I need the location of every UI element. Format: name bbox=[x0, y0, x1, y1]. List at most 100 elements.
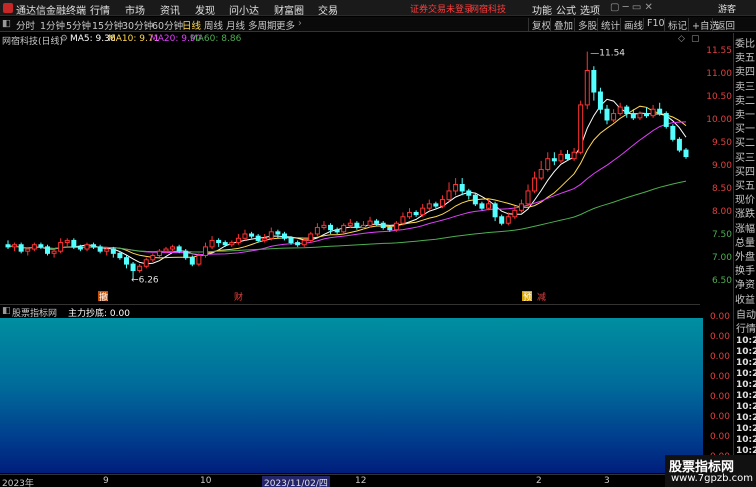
indicator-panel[interactable] bbox=[0, 318, 703, 473]
event-marker[interactable]: 财 bbox=[234, 291, 243, 303]
indicator-header: ◧ 股票指标网 主力抄底: 0.00 bbox=[0, 304, 700, 319]
candle bbox=[347, 218, 353, 228]
trade-login-alert[interactable]: 证券交易未登录 bbox=[410, 2, 473, 15]
indicator-tick: 0.00 bbox=[709, 392, 730, 402]
candle bbox=[44, 244, 50, 256]
time-label: 2023/11/02/四 bbox=[262, 476, 330, 487]
period-5min[interactable]: 5分钟 bbox=[66, 18, 91, 32]
period-daily[interactable]: 日线 bbox=[182, 18, 201, 32]
menu-xuanxiang[interactable]: 选项 bbox=[580, 2, 600, 17]
btn-biaoji[interactable]: 标记 bbox=[664, 18, 687, 32]
candle bbox=[235, 233, 241, 245]
period-30min[interactable]: 30分钟 bbox=[122, 18, 153, 32]
btn-duogu[interactable]: 多股 bbox=[574, 18, 597, 32]
side-item: 卖四 bbox=[735, 67, 755, 79]
candle bbox=[683, 147, 689, 159]
menu-gongshi[interactable]: 公式 bbox=[556, 2, 576, 17]
ma60-line bbox=[7, 180, 687, 253]
side-item: 买五 bbox=[735, 181, 755, 192]
ma20-line bbox=[7, 121, 687, 255]
period-monthly[interactable]: 月线 bbox=[226, 18, 245, 32]
btn-f10[interactable]: F10 bbox=[643, 18, 665, 29]
period-fenshi[interactable]: 分时 bbox=[16, 18, 35, 32]
menu-faxian[interactable]: 发现 bbox=[195, 2, 215, 17]
period-60min[interactable]: 60分钟 bbox=[152, 18, 183, 32]
indicator-tick: 0.00 bbox=[709, 412, 730, 422]
user-label[interactable]: 游客 bbox=[718, 2, 736, 15]
candle bbox=[84, 242, 90, 252]
btn-diejia[interactable]: 叠加 bbox=[550, 18, 573, 32]
menu-shichang[interactable]: 市场 bbox=[125, 2, 145, 17]
candlestick-chart[interactable]: —11.54 ←6.26 撤 财 预减 bbox=[0, 45, 703, 303]
candle bbox=[670, 124, 676, 142]
btn-huaxian[interactable]: 画线 bbox=[620, 18, 643, 32]
event-marker[interactable]: 预 bbox=[523, 292, 532, 303]
panel-toggle-icon[interactable]: ◧ bbox=[2, 18, 11, 29]
tick-row: 10:27 bbox=[736, 435, 756, 445]
settings-gear-icon[interactable]: ⚙ bbox=[60, 34, 68, 44]
candle bbox=[591, 66, 597, 101]
period-1min[interactable]: 1分钟 bbox=[40, 18, 65, 32]
candle bbox=[604, 104, 610, 125]
event-marker[interactable]: 撤 bbox=[99, 291, 108, 303]
candle bbox=[314, 223, 320, 237]
candle bbox=[525, 184, 531, 207]
price-tick: 7.00 bbox=[711, 253, 732, 263]
candle bbox=[281, 231, 287, 241]
time-label: 2 bbox=[536, 476, 542, 486]
btn-fuquan[interactable]: 复权 bbox=[528, 18, 551, 32]
candle bbox=[433, 201, 439, 209]
more-arrow-icon[interactable]: › bbox=[298, 18, 302, 29]
candle bbox=[123, 255, 129, 269]
indicator-toggle-icon[interactable]: ◧ bbox=[2, 306, 11, 316]
menu-hangqing[interactable]: 行情 bbox=[90, 2, 110, 17]
time-label: 9 bbox=[103, 476, 109, 486]
candle bbox=[229, 240, 235, 247]
side-item: 总量 bbox=[735, 237, 755, 249]
indicator-axis: 0.000.000.000.000.000.000.000.00 bbox=[703, 304, 732, 474]
side-item: 买三 bbox=[735, 152, 755, 164]
menu-zixun[interactable]: 资讯 bbox=[160, 2, 180, 17]
collapse-icon[interactable]: ▢ bbox=[691, 34, 700, 44]
indicator-tick: 0.00 bbox=[709, 312, 730, 322]
candle bbox=[472, 193, 478, 207]
candle bbox=[249, 231, 255, 239]
candle bbox=[597, 87, 603, 114]
time-axis: 2023年 9 10 2023/11/02/四 12 2 3 bbox=[0, 474, 703, 487]
side-item: 卖五 bbox=[735, 53, 755, 65]
menu-wenxiaoda[interactable]: 问小达 bbox=[229, 2, 259, 17]
candle bbox=[617, 102, 623, 116]
tick-list[interactable]: 自动行情10:2710:2710:2710:2710:2710:2710:271… bbox=[733, 304, 756, 478]
diamond-icon[interactable]: ◇ bbox=[678, 34, 685, 44]
price-tick: 7.50 bbox=[711, 230, 732, 240]
side-item: 买四 bbox=[735, 166, 755, 178]
price-tick: 8.50 bbox=[711, 184, 732, 194]
btn-back[interactable]: 返回 bbox=[712, 18, 735, 32]
candle bbox=[466, 188, 472, 200]
period-weekly[interactable]: 周线 bbox=[204, 18, 223, 32]
period-15min[interactable]: 15分钟 bbox=[92, 18, 123, 32]
event-marker[interactable]: 减 bbox=[537, 291, 546, 303]
menu-gongneng[interactable]: 功能 bbox=[532, 2, 552, 17]
candle bbox=[505, 212, 511, 226]
period-multi[interactable]: 多周期 bbox=[248, 18, 277, 32]
menu-caifuquan[interactable]: 财富圈 bbox=[274, 2, 304, 17]
btn-tongji[interactable]: 统计 bbox=[597, 18, 620, 32]
app-name: 通达信金融终端 bbox=[16, 6, 86, 17]
candle bbox=[64, 238, 70, 247]
candle bbox=[12, 242, 18, 252]
candle bbox=[97, 244, 103, 254]
indicator-tick: 0.00 bbox=[709, 372, 730, 382]
indicator-tick: 0.00 bbox=[709, 352, 730, 362]
tick-row: 10:27 bbox=[736, 380, 756, 390]
low-annotation: ←6.26 bbox=[131, 276, 159, 286]
candle bbox=[341, 223, 347, 234]
menu-jiaoyi[interactable]: 交易 bbox=[318, 2, 338, 17]
tick-row: 10:27 bbox=[736, 369, 756, 379]
app-logo-icon bbox=[3, 3, 13, 13]
window-controls-icon[interactable]: ▢ ─ ▭ ✕ bbox=[610, 2, 653, 13]
period-more[interactable]: 更多 bbox=[276, 18, 295, 32]
tick-row: 10:27 bbox=[736, 358, 756, 368]
side-item: 买一 bbox=[735, 124, 755, 136]
side-item: 卖一 bbox=[735, 110, 755, 121]
